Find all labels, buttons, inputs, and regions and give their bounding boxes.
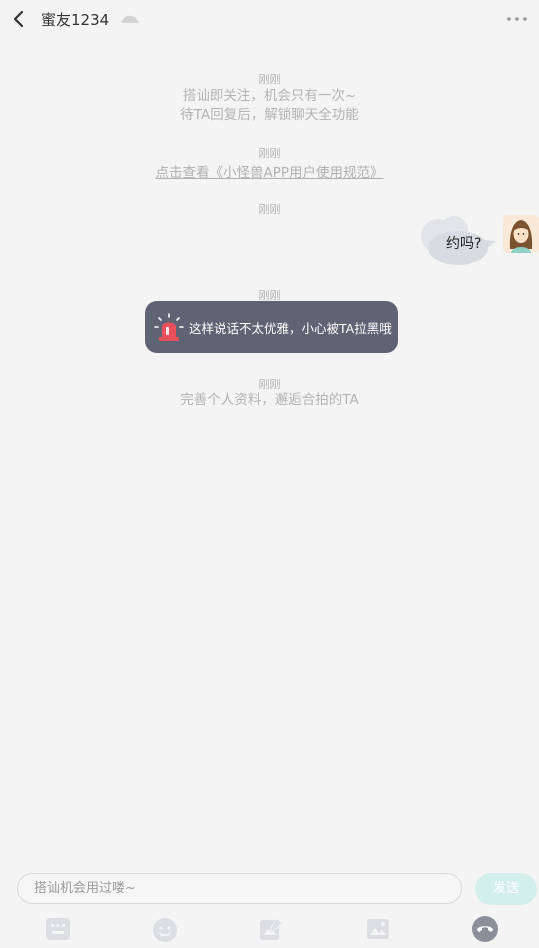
image-icon[interactable]	[364, 915, 392, 943]
emoji-icon[interactable]	[151, 915, 179, 943]
accost-notice-line1: 搭讪即关注，机会只有一次~	[182, 88, 357, 104]
user-rules-link[interactable]: 点击查看《小怪兽APP用户使用规范》	[155, 165, 383, 181]
timestamp: 刚刚	[258, 73, 281, 86]
timestamp: 刚刚	[258, 378, 281, 391]
chat-title: 蜜友1234	[41, 11, 110, 29]
message-input-box	[17, 873, 462, 904]
warning-text: 这样说话不太优雅，小心被TA拉黑哦	[189, 321, 392, 336]
accost-notice-line2: 待TA回复后，解锁聊天全功能	[180, 107, 359, 123]
send-button[interactable]: 发送	[475, 873, 537, 905]
keyboard-icon[interactable]	[44, 915, 72, 943]
chat-header: 蜜友1234	[0, 0, 539, 40]
timestamp: 刚刚	[258, 147, 281, 160]
sent-message-text: 约吗?	[446, 236, 482, 252]
profile-tip: 完善个人资料，邂逅合拍的TA	[180, 392, 359, 408]
avatar-girl-icon	[509, 220, 533, 253]
phone-icon[interactable]	[471, 915, 499, 943]
message-input[interactable]	[18, 874, 461, 903]
edit-card-icon[interactable]	[257, 915, 285, 943]
alarm-siren-icon	[154, 313, 184, 341]
rules-link-row: 点击查看《小怪兽APP用户使用规范》	[0, 161, 539, 181]
more-dots-icon[interactable]	[505, 9, 529, 29]
warning-banner: 这样说话不太优雅，小心被TA拉黑哦	[145, 301, 398, 353]
user-avatar[interactable]	[503, 215, 539, 253]
hat-icon	[121, 15, 139, 23]
back-chevron-icon[interactable]	[8, 6, 30, 32]
